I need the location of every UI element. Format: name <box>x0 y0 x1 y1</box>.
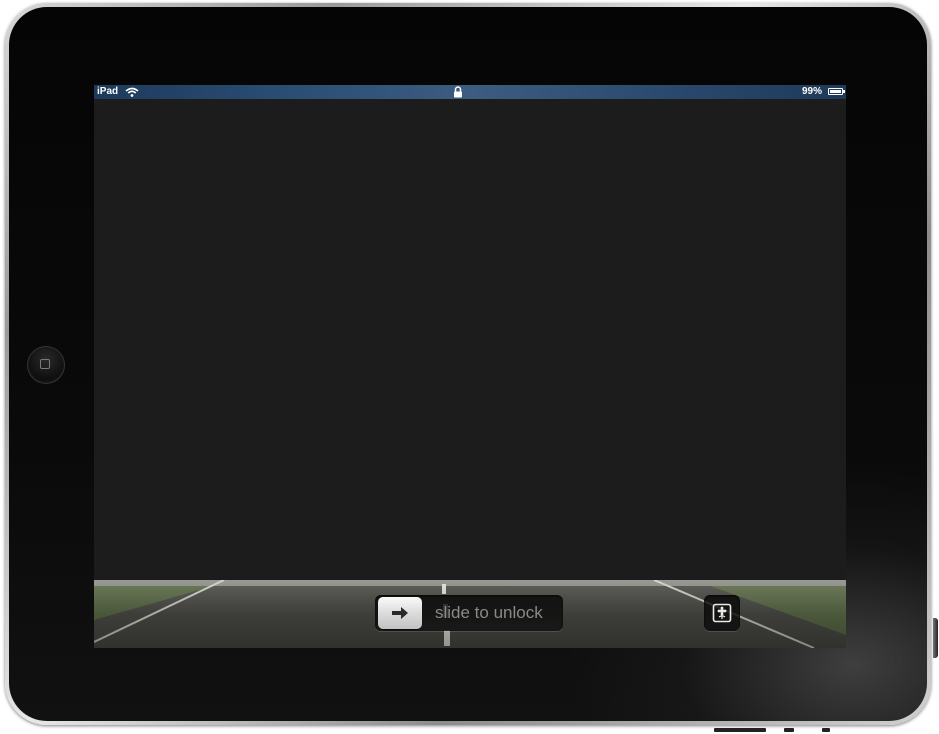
battery-icon <box>828 88 845 95</box>
lock-icon <box>454 86 462 98</box>
lock-bar: slide to unlock <box>94 580 846 648</box>
battery-fill <box>830 90 841 93</box>
status-bar: iPad 99% <box>94 85 846 99</box>
arrow-right-icon <box>392 607 408 619</box>
home-button[interactable] <box>27 346 65 384</box>
picture-frame-icon <box>712 603 732 623</box>
wifi-icon <box>125 87 139 97</box>
battery-percent: 99% <box>801 86 822 97</box>
volume-button <box>933 618 938 658</box>
slide-to-unlock-slider[interactable]: slide to unlock <box>375 595 563 631</box>
dock-connector <box>714 728 834 734</box>
picture-frame-button[interactable] <box>704 595 740 631</box>
slide-to-unlock-label: slide to unlock <box>435 603 543 622</box>
carrier-label: iPad <box>97 86 119 97</box>
slider-knob[interactable] <box>378 597 422 629</box>
home-square-icon <box>40 359 50 369</box>
lock-screen: iPad 99% slide to unlock <box>94 85 846 648</box>
